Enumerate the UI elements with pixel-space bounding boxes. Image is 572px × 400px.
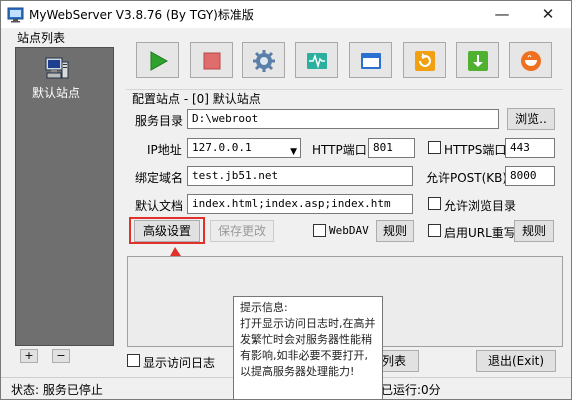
tooltip-title: 提示信息:	[240, 301, 288, 314]
title-bar: MyWebServer V3.8.76 (By TGY)标准版 — ✕	[1, 1, 571, 28]
url-rewrite-checkbox[interactable]	[428, 224, 441, 237]
monitor-button[interactable]	[295, 42, 338, 78]
post-limit-label: 允许POST(KB)	[426, 171, 508, 185]
domain-label: 绑定域名	[135, 171, 184, 185]
https-checkbox[interactable]	[428, 141, 441, 154]
cup-button[interactable]	[509, 42, 552, 78]
download-icon	[468, 51, 488, 71]
default-doc-input[interactable]: index.html;index.asp;index.htm	[187, 194, 413, 214]
site-list[interactable]: 默认站点	[15, 47, 114, 346]
refresh-icon	[415, 51, 435, 71]
settings-button[interactable]	[242, 42, 285, 78]
stop-icon	[203, 52, 221, 70]
save-changes-button[interactable]: 保存更改	[210, 220, 274, 242]
status-text: 状态: 服务已停止	[11, 383, 103, 397]
tooltip-body: 打开显示访问日志时,在高并发繁忙时会对服务器性能稍有影响,如非必要不要打开,以提…	[240, 317, 376, 378]
domain-input[interactable]: test.jb51.net	[187, 166, 413, 186]
default-doc-label: 默认文档	[135, 199, 184, 213]
site-list-item[interactable]: 默认站点	[26, 56, 86, 101]
refresh-button[interactable]	[403, 42, 446, 78]
play-icon	[150, 51, 169, 71]
chevron-down-icon: ▼	[290, 147, 297, 157]
service-dir-label: 服务目录	[135, 114, 184, 128]
post-limit-input[interactable]: 8000	[505, 166, 555, 186]
cup-icon	[521, 51, 541, 71]
show-log-checkbox[interactable]	[127, 354, 140, 367]
server-computer-icon	[45, 57, 69, 79]
http-port-label: HTTP端口	[312, 143, 367, 157]
webdav-rules-button[interactable]: 规则	[376, 220, 414, 242]
https-port-input[interactable]: 443	[505, 138, 555, 158]
window-icon	[361, 53, 381, 69]
tooltip: 提示信息: 打开显示访问日志时,在高并发繁忙时会对服务器性能稍有影响,如非必要不…	[233, 296, 383, 399]
app-window: MyWebServer V3.8.76 (By TGY)标准版 — ✕ 站点列表…	[0, 0, 572, 400]
app-logo-icon	[7, 7, 24, 23]
webdav-label: WebDAV	[329, 224, 369, 237]
browse-button[interactable]: 浏览..	[507, 108, 555, 130]
https-port-label: HTTPS端口	[444, 143, 507, 157]
ip-label: IP地址	[147, 143, 182, 157]
remove-site-button[interactable]: −	[52, 349, 70, 363]
config-title: 配置站点 - [0] 默认站点	[132, 92, 261, 106]
ip-value: 127.0.0.1	[192, 141, 252, 154]
rewrite-rules-button[interactable]: 规则	[514, 220, 554, 242]
start-button[interactable]	[136, 42, 179, 78]
allow-browse-checkbox[interactable]	[428, 197, 441, 210]
highlight-box	[129, 217, 205, 244]
window-button[interactable]	[349, 42, 392, 78]
exit-button[interactable]: 退出(Exit)	[476, 350, 556, 372]
stop-button[interactable]	[190, 42, 233, 78]
service-dir-input[interactable]: D:\webroot	[187, 109, 499, 129]
webdav-checkbox[interactable]	[313, 224, 326, 237]
url-rewrite-label: 启用URL重写	[444, 226, 516, 240]
window-title: MyWebServer V3.8.76 (By TGY)标准版	[29, 8, 254, 22]
close-button[interactable]: ✕	[525, 1, 571, 28]
runtime-text: 已运行:0分	[381, 383, 441, 397]
ip-dropdown[interactable]: 127.0.0.1 ▼	[187, 138, 301, 158]
http-port-input[interactable]: 801	[368, 138, 415, 158]
site-list-label: 站点列表	[17, 31, 66, 45]
allow-browse-label: 允许浏览目录	[444, 199, 517, 213]
minimize-button[interactable]: —	[479, 1, 525, 28]
add-site-button[interactable]: +	[20, 349, 38, 363]
gear-icon	[253, 50, 275, 72]
download-button[interactable]	[456, 42, 499, 78]
site-item-label: 默认站点	[31, 86, 80, 100]
show-log-label: 显示访问日志	[143, 356, 216, 370]
pulse-monitor-icon	[307, 53, 327, 69]
